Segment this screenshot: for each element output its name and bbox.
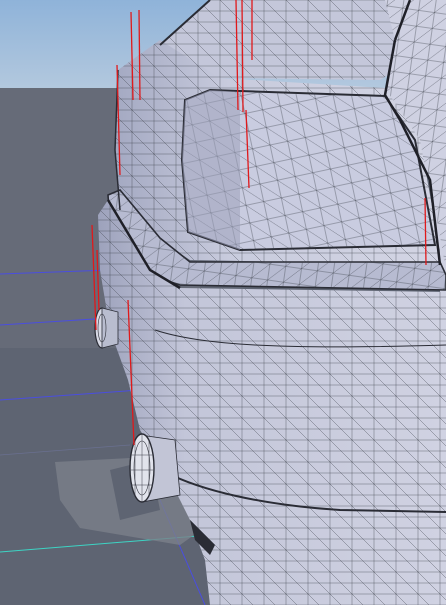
viewport-scene[interactable] — [0, 0, 446, 605]
3d-viewport[interactable] — [0, 0, 446, 605]
left-exhaust-body — [101, 307, 119, 349]
exhaust-pipe-icon — [94, 307, 119, 349]
exhaust-pipe-icon — [129, 433, 181, 503]
tail-lamp-shadow — [182, 90, 240, 250]
